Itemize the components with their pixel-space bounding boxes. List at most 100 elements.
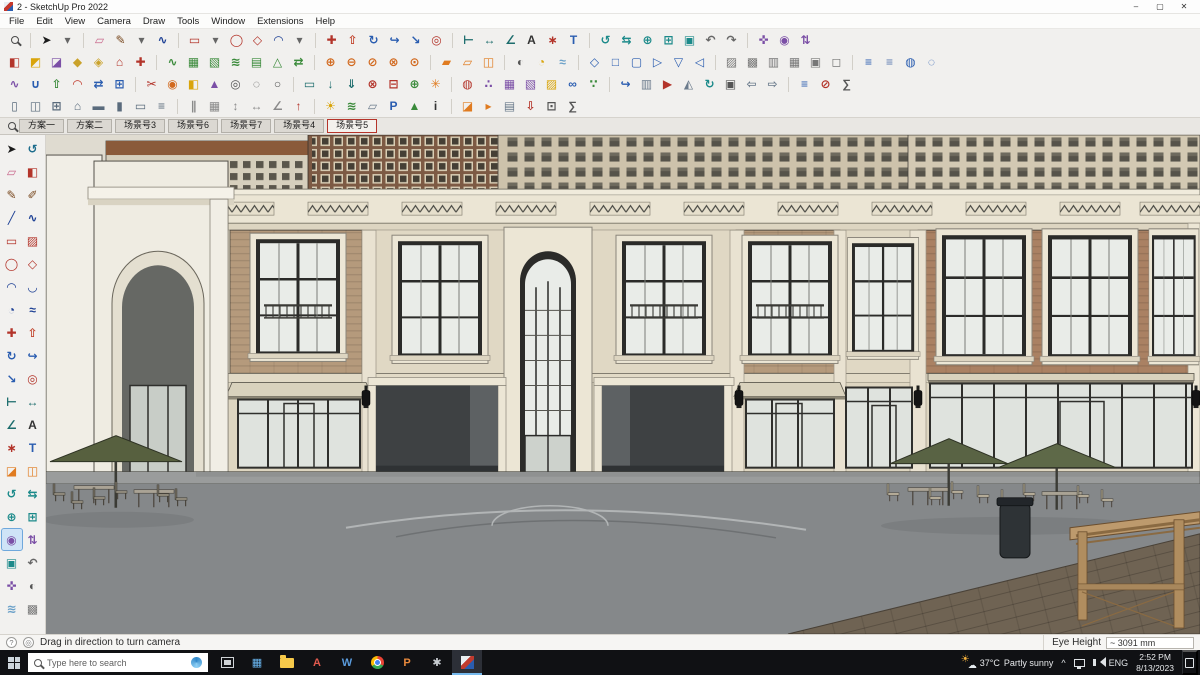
access-icon[interactable]: A [302,650,332,675]
look-around-icon[interactable]: ◉ [774,30,795,50]
outliner-icon[interactable]: ≡ [879,52,900,72]
protractor-icon[interactable]: ∠ [2,414,22,435]
section-plane-icon[interactable]: ◪ [2,460,22,481]
look-around-icon[interactable]: ◉ [0,528,23,551]
quad-tools-icon[interactable]: ▦ [499,74,520,94]
zoom-extents-icon[interactable]: ▣ [2,552,22,573]
display-section-planes-icon[interactable]: ▱ [457,52,478,72]
arc-icon[interactable]: ◠ [2,276,22,297]
isolate-icon[interactable]: ◎ [225,74,246,94]
orbit-icon[interactable]: ↺ [2,483,22,504]
position-camera-icon[interactable]: ✜ [2,575,22,596]
scene-tab-5[interactable]: 场景号7 [221,118,272,134]
start-button[interactable] [0,650,28,675]
scene-tab-1[interactable]: 方案一 [19,118,65,134]
fog-icon[interactable]: ≈ [552,52,573,72]
polygon-icon[interactable]: ◇ [23,253,43,274]
solid-union-icon[interactable]: ⊕ [320,52,341,72]
scene-tab-3[interactable]: 场景号3 [115,118,166,134]
zoom-icon[interactable]: ⊕ [637,30,658,50]
eraser-icon[interactable]: ▱ [2,161,22,182]
view-back-icon[interactable]: ▽ [668,52,689,72]
slab-tool-icon[interactable]: ▬ [88,96,109,116]
stair-tool-icon[interactable]: ≡ [151,96,172,116]
text-icon[interactable]: A [521,30,542,50]
dimension-chain-icon[interactable]: ↔ [246,96,267,116]
circle-icon[interactable]: ◯ [226,30,247,50]
tags-panel-icon[interactable]: ≡ [858,52,879,72]
section-fill-icon[interactable]: ◫ [23,460,43,481]
wall-tool-icon[interactable]: ▯ [4,96,25,116]
smart-offset-icon[interactable]: ◍ [457,74,478,94]
from-contours-icon[interactable]: ≋ [225,52,246,72]
railing-tool-icon[interactable]: ∥ [183,96,204,116]
camera-path-icon[interactable]: ◭ [678,74,699,94]
rotate-icon[interactable]: ↻ [2,345,22,366]
taskbar-search[interactable]: Type here to search [28,653,208,672]
shadow-time-icon[interactable]: ◔ [531,52,552,72]
purge-model-icon[interactable]: ⊘ [815,74,836,94]
flip-edge-icon[interactable]: ⇄ [288,52,309,72]
fog-icon[interactable]: ≋ [2,598,22,619]
axes-icon[interactable]: ∗ [2,437,22,458]
task-view-icon[interactable] [212,650,242,675]
entity-info-icon[interactable]: ◍ [900,52,921,72]
menu-draw[interactable]: Draw [137,14,171,28]
shape-menu-icon[interactable]: ▾ [205,30,226,50]
menu-view[interactable]: View [59,14,91,28]
flatten-icon[interactable]: ▭ [299,74,320,94]
array-copy-icon[interactable]: ⊞ [109,74,130,94]
help-icon[interactable]: ? [6,637,17,648]
menu-tools[interactable]: Tools [171,14,205,28]
pen-icon[interactable]: ✐ [23,184,43,205]
follow-me-icon[interactable]: ↪ [23,345,43,366]
next-view-icon[interactable]: ↷ [721,30,742,50]
protractor-icon[interactable]: ∠ [500,30,521,50]
joint-push-pull-icon[interactable]: ⇧ [46,74,67,94]
arc-icon[interactable]: ◠ [268,30,289,50]
split-tool-icon[interactable]: ⊟ [383,74,404,94]
scene-transition-icon[interactable]: ▸ [478,96,499,116]
chrome-icon[interactable] [362,650,392,675]
rectangle-icon[interactable]: ▭ [2,230,22,251]
intersect-faces-icon[interactable]: ⊗ [362,74,383,94]
zoom-extents-icon[interactable]: ▣ [679,30,700,50]
arc-menu-icon[interactable]: ▾ [289,30,310,50]
drop-to-ground-icon[interactable]: ↓ [320,74,341,94]
turntable-icon[interactable]: ↻ [699,74,720,94]
view-left-icon[interactable]: ◁ [689,52,710,72]
model-statistics-icon[interactable]: ∑ [836,74,857,94]
axes-icon[interactable]: ∗ [542,30,563,50]
rotated-rectangle-icon[interactable]: ▨ [23,230,43,251]
circle-icon[interactable]: ◯ [2,253,22,274]
camera-orbit-icon[interactable]: ↺ [23,138,43,159]
add-detail-icon[interactable]: △ [267,52,288,72]
language-indicator[interactable]: ENG [1109,658,1129,668]
window-tool-icon[interactable]: ⊞ [46,96,67,116]
push-pull-icon[interactable]: ⇧ [23,322,43,343]
pencil-icon[interactable]: ✎ [110,30,131,50]
hide-rest-icon[interactable]: ◌ [246,74,267,94]
explode-all-icon[interactable]: ✳ [425,74,446,94]
from-scratch-icon[interactable]: ▤ [246,52,267,72]
bezier-curve-icon[interactable]: ≈ [23,299,43,320]
dimension-icon[interactable]: ↔ [479,30,500,50]
bezier-tool-icon[interactable]: ∿ [4,74,25,94]
push-pull-icon[interactable]: ⇧ [342,30,363,50]
menu-window[interactable]: Window [205,14,251,28]
beam-tool-icon[interactable]: ▭ [130,96,151,116]
print-model-icon[interactable]: ⊡ [541,96,562,116]
sandbox-stamp-icon[interactable]: ▦ [183,52,204,72]
tape-measure-icon[interactable]: ⊢ [458,30,479,50]
round-corner-icon[interactable]: ◠ [67,74,88,94]
make-group-icon[interactable]: ◈ [88,52,109,72]
menu-help[interactable]: Help [310,14,342,28]
hidden-line-icon[interactable]: ▥ [763,52,784,72]
level-tool-icon[interactable]: ↕ [225,96,246,116]
cleanup-icon[interactable]: ✂ [141,74,162,94]
zoom-window-icon[interactable]: ⊞ [23,506,43,527]
solid-intersect-icon[interactable]: ⊗ [383,52,404,72]
volume-icon[interactable] [1092,657,1106,667]
scene-search-icon[interactable] [8,122,16,130]
scatter-icon[interactable]: ∵ [583,74,604,94]
